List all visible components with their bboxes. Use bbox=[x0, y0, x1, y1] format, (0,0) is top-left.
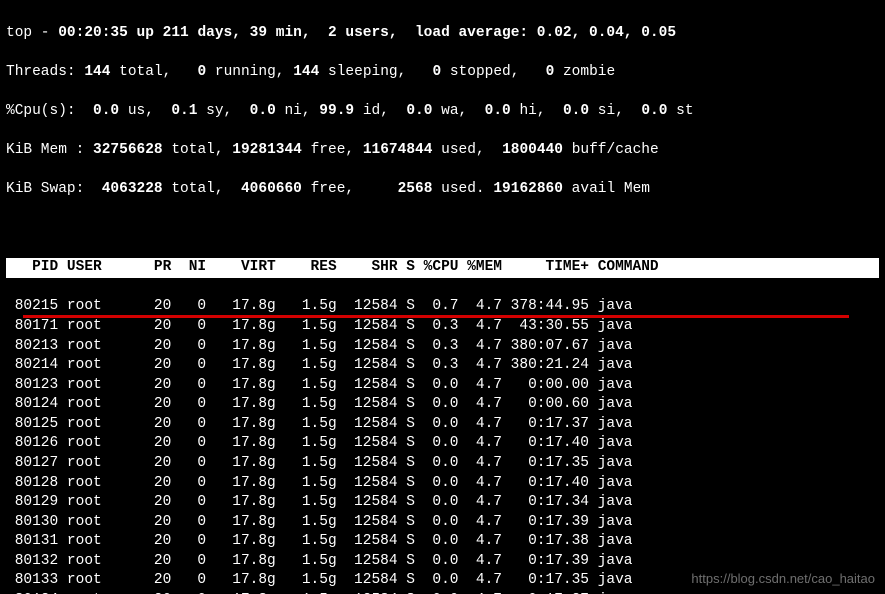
top-summary-mem: KiB Mem : 32756628 total, 19281344 free,… bbox=[6, 141, 879, 161]
table-row: 80128 root 20 0 17.8g 1.5g 12584 S 0.0 4… bbox=[6, 474, 879, 494]
table-row: 80214 root 20 0 17.8g 1.5g 12584 S 0.3 4… bbox=[6, 356, 879, 376]
table-row: 80123 root 20 0 17.8g 1.5g 12584 S 0.0 4… bbox=[6, 376, 879, 396]
top-summary-line1: top - 00:20:35 up 211 days, 39 min, 2 us… bbox=[6, 24, 879, 44]
blank-line bbox=[6, 219, 879, 239]
table-row: 80133 root 20 0 17.8g 1.5g 12584 S 0.0 4… bbox=[6, 571, 879, 591]
top-summary-swap: KiB Swap: 4063228 total, 4060660 free, 2… bbox=[6, 180, 879, 200]
top-summary-cpu: %Cpu(s): 0.0 us, 0.1 sy, 0.0 ni, 99.9 id… bbox=[6, 102, 879, 122]
terminal-output: top - 00:20:35 up 211 days, 39 min, 2 us… bbox=[0, 0, 885, 594]
label: top - bbox=[6, 25, 58, 41]
table-row: 80129 root 20 0 17.8g 1.5g 12584 S 0.0 4… bbox=[6, 493, 879, 513]
table-row: 80171 root 20 0 17.8g 1.5g 12584 S 0.3 4… bbox=[6, 317, 879, 337]
table-row: 80125 root 20 0 17.8g 1.5g 12584 S 0.0 4… bbox=[6, 415, 879, 435]
table-row: 80124 root 20 0 17.8g 1.5g 12584 S 0.0 4… bbox=[6, 395, 879, 415]
table-row: 80126 root 20 0 17.8g 1.5g 12584 S 0.0 4… bbox=[6, 434, 879, 454]
top-summary-threads: Threads: 144 total, 0 running, 144 sleep… bbox=[6, 63, 879, 83]
process-table-body: 80215 root 20 0 17.8g 1.5g 12584 S 0.7 4… bbox=[6, 297, 879, 594]
table-row: 80131 root 20 0 17.8g 1.5g 12584 S 0.0 4… bbox=[6, 532, 879, 552]
table-row: 80130 root 20 0 17.8g 1.5g 12584 S 0.0 4… bbox=[6, 513, 879, 533]
table-row: 80127 root 20 0 17.8g 1.5g 12584 S 0.0 4… bbox=[6, 454, 879, 474]
table-row: 80215 root 20 0 17.8g 1.5g 12584 S 0.7 4… bbox=[6, 297, 879, 317]
value: 00:20:35 up 211 days, 39 min, 2 users, l… bbox=[58, 25, 676, 41]
table-row: 80213 root 20 0 17.8g 1.5g 12584 S 0.3 4… bbox=[6, 337, 879, 357]
table-row: 80132 root 20 0 17.8g 1.5g 12584 S 0.0 4… bbox=[6, 552, 879, 572]
process-table-header: PID USER PR NI VIRT RES SHR S %CPU %MEM … bbox=[6, 258, 879, 278]
